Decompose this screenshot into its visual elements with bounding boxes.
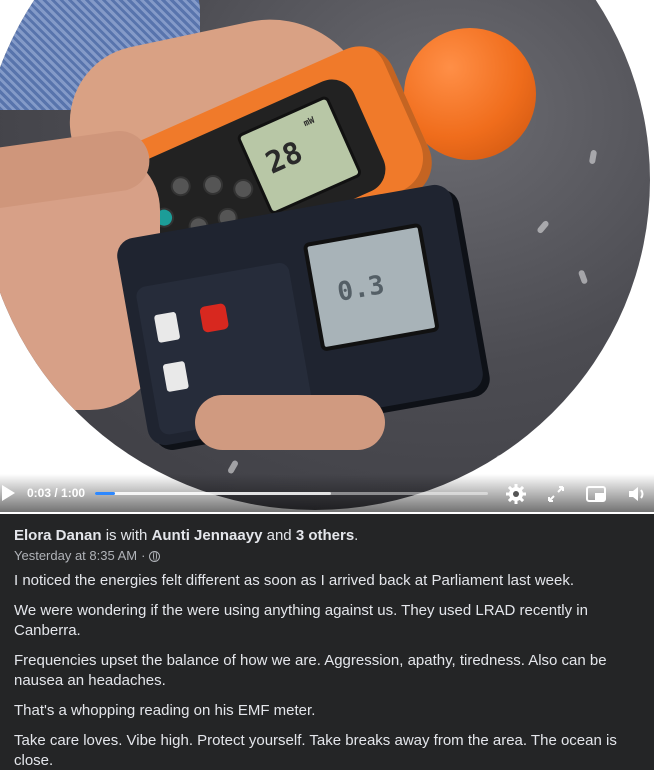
tagged-others[interactable]: 3 others [296,527,354,544]
video-frame: 28 mW 0.3 [0,0,650,510]
play-icon[interactable] [2,485,15,501]
progress-track[interactable] [95,492,488,495]
post-paragraph: We were wondering if the were using anyt… [14,602,588,639]
gear-icon[interactable] [504,482,528,506]
orange-meter-display: 28 mW [235,94,363,216]
post-timestamp[interactable]: Yesterday at 8:35 AM [14,547,137,565]
post-paragraph: Take care loves. Vibe high. Protect your… [14,732,617,769]
post-paragraph: That's a whopping reading on his EMF met… [14,702,316,719]
post-header: Elora Danan is with Aunti Jennaayy and 3… [14,527,359,544]
black-meter-display: 0.3 [302,222,440,352]
post-meta: Yesterday at 8:35 AM · [14,547,642,565]
progress-fill [95,492,115,495]
tagged-person[interactable]: Aunti Jennaayy [152,527,263,544]
volume-icon[interactable] [626,482,650,506]
video-player[interactable]: 28 mW 0.3 0:03 / 1:00 [0,0,654,514]
globe-icon [149,550,161,562]
buffer-bar [95,492,331,495]
video-time: 0:03 / 1:00 [27,486,86,500]
picture-in-picture-icon[interactable] [584,482,608,506]
expand-icon[interactable] [544,482,568,506]
video-controls: 0:03 / 1:00 [0,474,654,512]
post-paragraph: I noticed the energies felt different as… [14,572,575,589]
post-paragraph: Frequencies upset the balance of how we … [14,652,607,689]
author-name[interactable]: Elora Danan [14,527,102,544]
post-content: Elora Danan is with Aunti Jennaayy and 3… [14,526,642,770]
